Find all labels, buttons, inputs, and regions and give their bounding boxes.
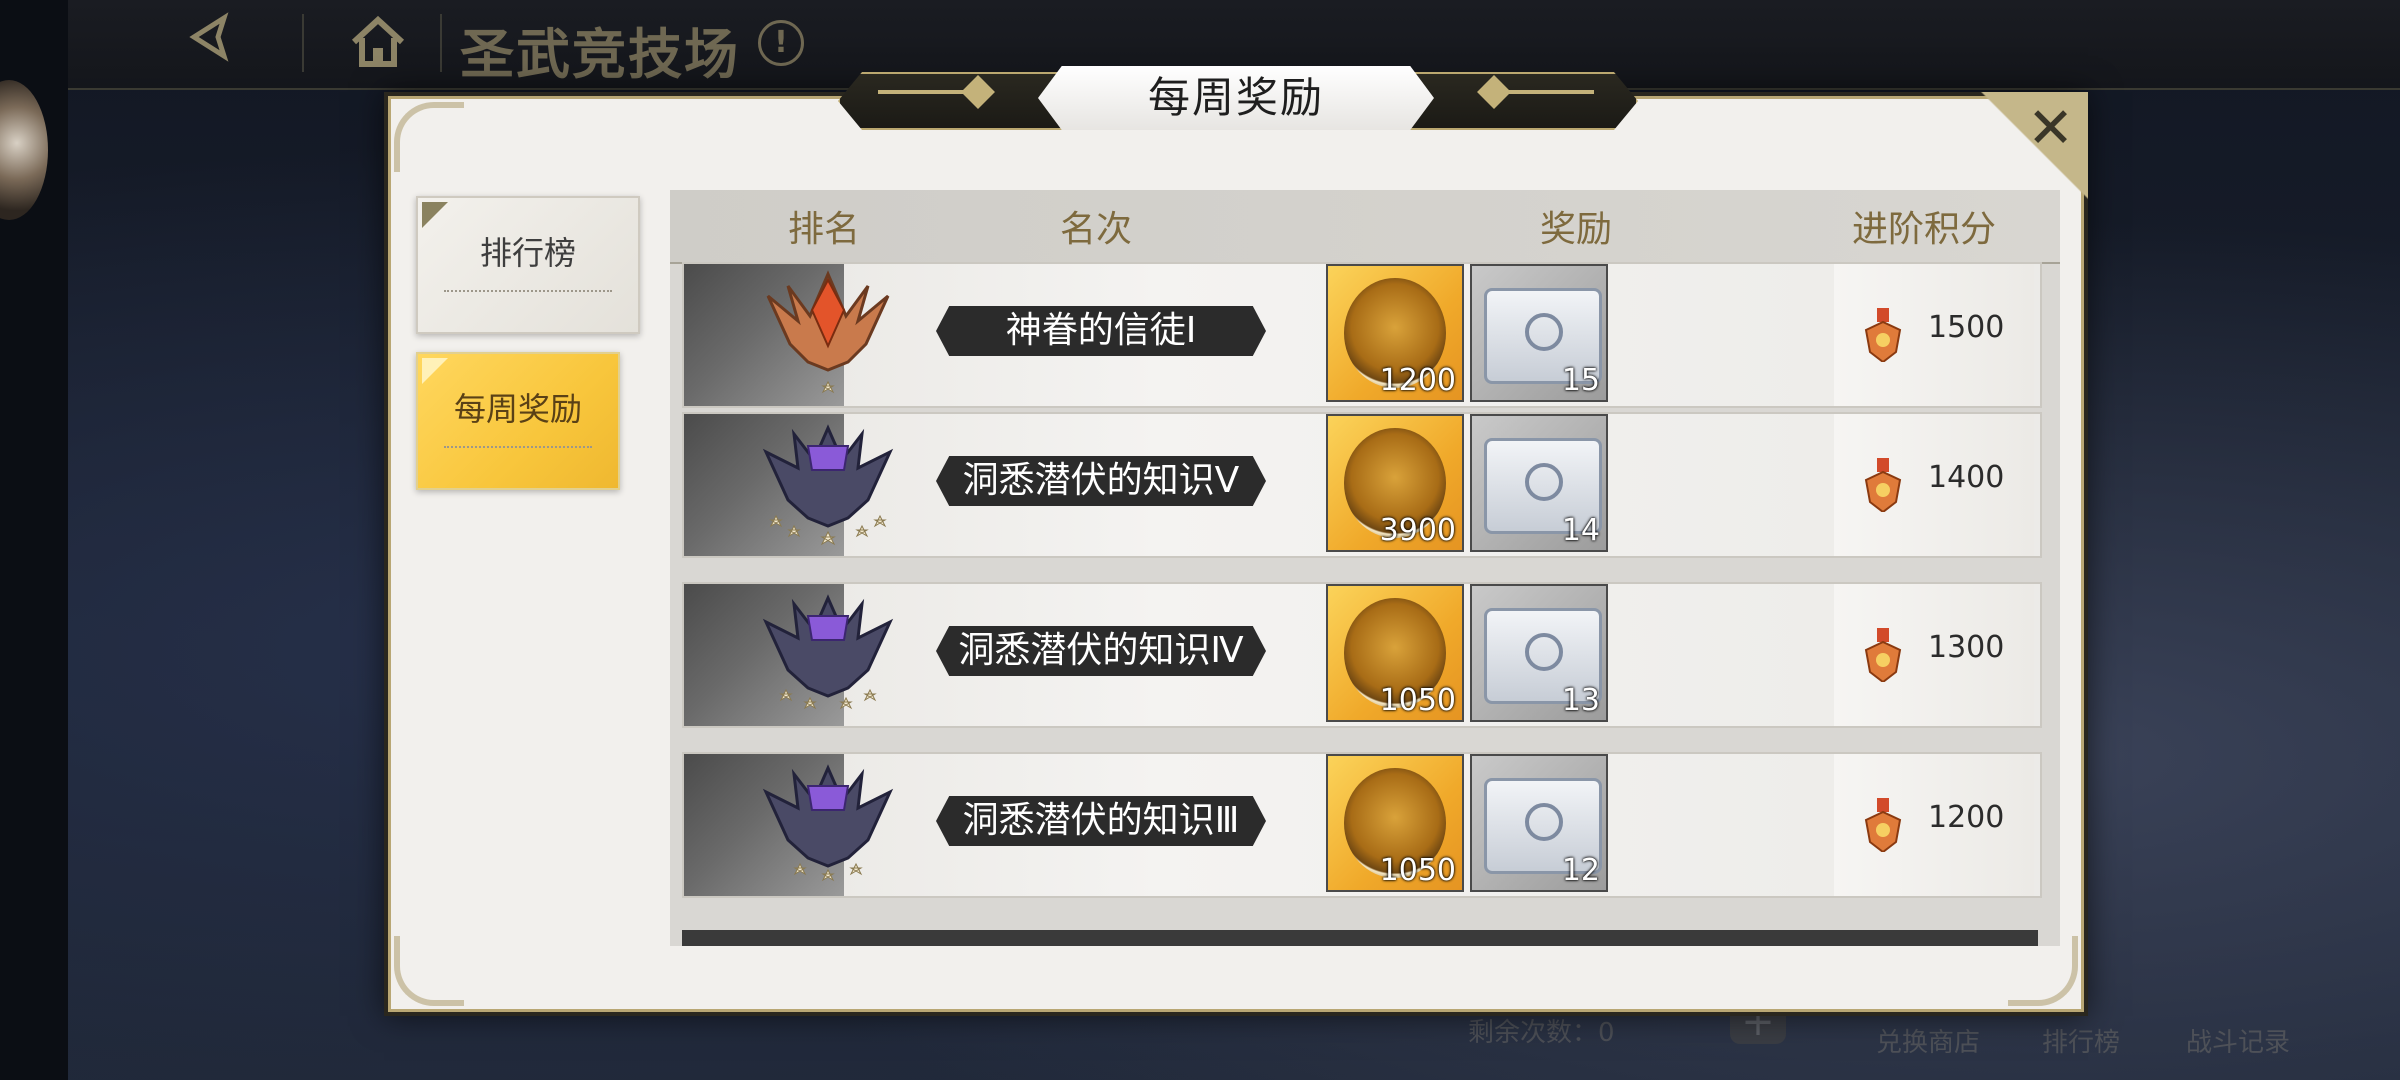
tab-label: 排行榜 [479,234,576,272]
column-header-rewards: 奖励 [1540,209,1613,250]
table-row: 神眷的信徒Ⅰ 1200 15 1500 [682,262,2042,408]
violet-emblem-icon [748,586,908,720]
tab-leaderboard[interactable]: 排行榜 [416,196,640,334]
bronze-emblem-icon [748,266,908,400]
points-panel: 1300 [1834,584,2034,726]
divider [302,14,304,72]
tier-name: 神眷的信徒Ⅰ [936,306,1266,356]
medal-icon [1864,308,1902,362]
advance-points: 1200 [1928,800,2005,835]
reward-coin[interactable]: 1050 [1326,754,1464,892]
reward-quantity: 12 [1561,853,1600,888]
divider [444,290,612,292]
tab-weekly-rewards[interactable]: 每周奖励 [416,352,620,490]
rewards-table[interactable]: 排名 名次 奖励 进阶积分 神眷的信徒Ⅰ 1200 15 1500 洞悉潜伏的知… [670,190,2060,946]
nav-exchange-shop[interactable]: 兑换商店 [1876,1022,1980,1059]
violet-emblem-icon [748,756,908,890]
points-panel: 1400 [1834,414,2034,556]
divider [440,14,442,72]
reward-quantity: 1200 [1379,363,1456,398]
close-icon: ✕ [2027,96,2074,161]
points-panel: 1200 [1834,754,2034,896]
reward-coin[interactable]: 1200 [1326,264,1464,402]
reward-quantity: 1050 [1379,853,1456,888]
table-row-partial [682,930,2038,946]
weekly-rewards-modal: 每周奖励 ✕ 排行榜 每周奖励 排名 名次 奖励 进阶积分 神眷的信徒Ⅰ 120… [384,66,2088,1016]
medal-icon [1864,628,1902,682]
reward-quantity: 3900 [1379,513,1456,548]
points-panel: 1500 [1834,264,2034,406]
medal-icon [1864,458,1902,512]
reward-chest[interactable]: 14 [1470,414,1608,552]
table-row: 洞悉潜伏的知识Ⅲ 1050 12 1200 [682,752,2042,898]
reward-coin[interactable]: 1050 [1326,584,1464,722]
tier-name: 洞悉潜伏的知识Ⅲ [936,796,1266,846]
tier-name: 洞悉潜伏的知识Ⅳ [936,626,1266,676]
reward-coin[interactable]: 3900 [1326,414,1464,552]
reward-quantity: 14 [1561,513,1600,548]
back-arrow-icon[interactable] [176,12,256,72]
advance-points: 1400 [1928,460,2005,495]
page-title: 圣武竞技场 [460,23,740,86]
info-icon[interactable]: ! [758,20,804,66]
advance-points: 1500 [1928,310,2005,345]
column-header-tier: 名次 [1060,209,1133,250]
divider [444,446,592,448]
avatar[interactable] [0,80,48,220]
reward-chest[interactable]: 13 [1470,584,1608,722]
corner-ornament [394,102,464,172]
corner-ornament [2008,936,2078,1006]
corner-ornament [394,936,464,1006]
tier-name: 洞悉潜伏的知识Ⅴ [936,456,1266,506]
table-row: 洞悉潜伏的知识Ⅴ 3900 14 1400 [682,412,2042,558]
reward-chest[interactable]: 12 [1470,754,1608,892]
column-header-points: 进阶积分 [1852,209,1997,250]
tab-label: 每周奖励 [453,390,582,428]
table-row: 洞悉潜伏的知识Ⅳ 1050 13 1300 [682,582,2042,728]
nav-leaderboard[interactable]: 排行榜 [2042,1022,2120,1059]
reward-quantity: 13 [1561,683,1600,718]
medal-icon [1864,798,1902,852]
close-button[interactable]: ✕ [1978,92,2088,202]
column-header-rank: 排名 [788,209,861,250]
nav-battle-records[interactable]: 战斗记录 [2186,1022,2290,1059]
table-header: 排名 名次 奖励 进阶积分 [670,190,2060,264]
reward-quantity: 1050 [1379,683,1456,718]
home-icon[interactable] [346,12,410,72]
reward-chest[interactable]: 15 [1470,264,1608,402]
advance-points: 1300 [1928,630,2005,665]
remaining-attempts: 剩余次数：0 [1468,1018,1615,1048]
reward-quantity: 15 [1561,363,1600,398]
modal-title: 每周奖励 [1038,66,1434,130]
violet-emblem-icon [748,416,908,550]
modal-header: 每周奖励 [838,64,1638,134]
